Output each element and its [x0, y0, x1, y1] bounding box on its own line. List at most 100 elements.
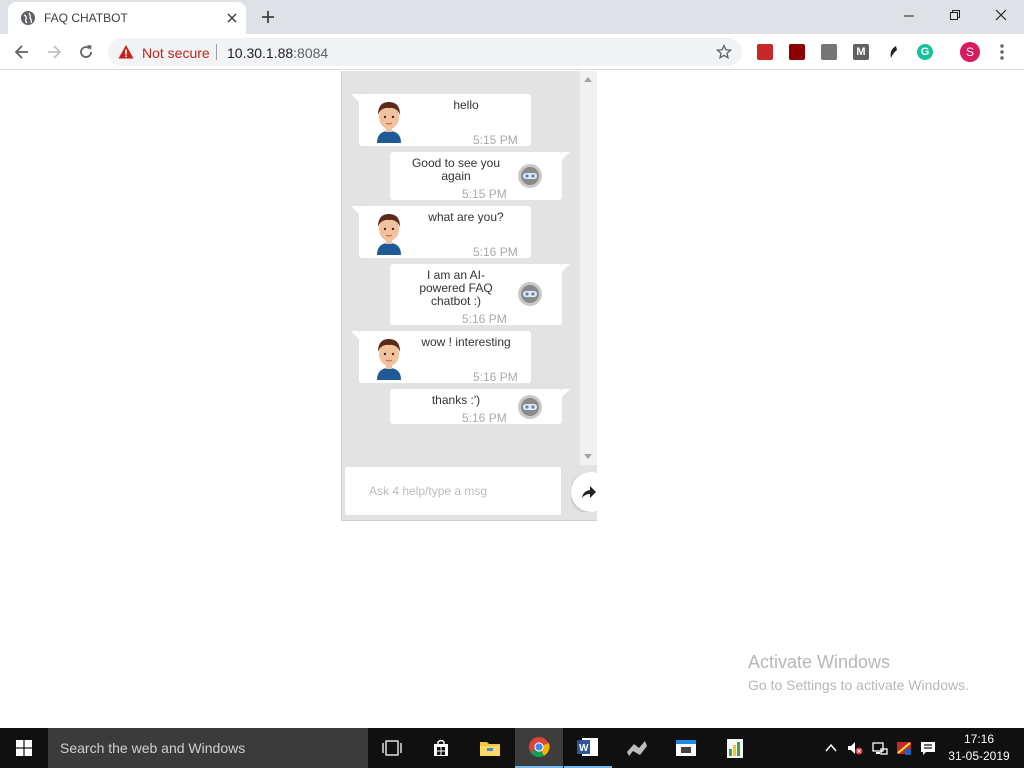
minimize-button[interactable]	[886, 0, 932, 30]
message-time: 5:16 PM	[473, 245, 518, 259]
file-explorer-app[interactable]	[466, 728, 514, 768]
bot-avatar-icon	[518, 164, 542, 188]
bot-message: thanks :') 5:16 PM	[390, 389, 570, 425]
restore-button[interactable]	[932, 0, 978, 30]
url-text[interactable]: 10.30.1.88:8084	[227, 45, 328, 61]
word-app[interactable]: W	[564, 728, 612, 768]
bookmark-star-icon[interactable]	[716, 44, 732, 60]
message-time: 5:15 PM	[462, 187, 507, 201]
task-view-icon	[382, 740, 402, 756]
profile-avatar[interactable]: S	[960, 42, 980, 62]
message-text: thanks :')	[431, 393, 481, 407]
notifications-icon[interactable]	[920, 740, 936, 756]
tab-strip: FAQ CHATBOT	[0, 0, 1024, 34]
tab-title: FAQ CHATBOT	[44, 11, 128, 25]
close-tab-icon[interactable]	[224, 10, 240, 26]
omnibox-separator	[216, 44, 217, 60]
word-icon: W	[577, 738, 598, 756]
message-input-container	[344, 466, 562, 516]
globe-icon	[21, 11, 35, 25]
message-text: what are you?	[428, 210, 504, 224]
svg-text:W: W	[579, 743, 589, 754]
warning-icon	[118, 45, 134, 59]
menu-dots-icon[interactable]	[996, 42, 1008, 62]
flag-tray-icon[interactable]	[896, 740, 912, 756]
feather-icon	[890, 46, 897, 58]
new-tab-icon[interactable]	[260, 9, 276, 25]
chrome-icon	[529, 737, 550, 758]
minimize-icon	[904, 15, 914, 17]
taskbar: Search the web and Windows W 17:16 31-05…	[0, 728, 1024, 768]
chat-scrollbar[interactable]	[580, 71, 597, 465]
bubble-tail	[351, 94, 359, 102]
gray-app-icon	[627, 741, 647, 756]
activate-windows-title: Activate Windows	[748, 652, 891, 672]
bot-message: Good to see you again 5:15 PM	[390, 152, 570, 201]
chart-app-icon	[727, 739, 743, 758]
feather-extension-icon[interactable]	[885, 44, 901, 60]
show-hidden-icons-icon[interactable]	[823, 740, 839, 756]
back-arrow-icon[interactable]	[12, 42, 32, 62]
taskbar-search[interactable]: Search the web and Windows	[48, 728, 368, 768]
clock-date: 31-05-2019	[948, 749, 1010, 763]
close-window-button[interactable]	[978, 0, 1024, 30]
reload-icon[interactable]	[76, 42, 96, 62]
send-button[interactable]	[571, 472, 597, 512]
pdf-extension-icon[interactable]	[789, 44, 805, 60]
start-button[interactable]	[0, 728, 48, 768]
scroll-down-arrow[interactable]	[584, 454, 592, 459]
bot-avatar-icon	[518, 395, 542, 419]
message-text: wow ! interesting	[421, 335, 511, 349]
grammarly-extension-icon[interactable]: G	[917, 44, 933, 60]
task-view-button[interactable]	[368, 728, 416, 768]
video-extension-icon[interactable]	[757, 44, 773, 60]
bubble-tail	[351, 206, 359, 214]
bot-avatar-icon	[518, 282, 542, 306]
scroll-up-arrow[interactable]	[584, 77, 592, 82]
store-app[interactable]	[417, 728, 465, 768]
spreadsheet-app[interactable]	[711, 728, 759, 768]
message-text: I am an AI-powered FAQ chatbot :)	[419, 268, 493, 308]
user-message: what are you? 5:16 PM	[351, 206, 531, 259]
window-app-icon	[676, 740, 696, 756]
message-time: 5:16 PM	[462, 312, 507, 326]
remote-app[interactable]	[662, 728, 710, 768]
bubble-tail	[351, 331, 359, 339]
bubble-tail	[562, 389, 570, 397]
mapping-app[interactable]	[613, 728, 661, 768]
clock-time: 17:16	[963, 732, 995, 746]
store-icon	[434, 739, 448, 756]
folder-icon	[480, 742, 500, 756]
volume-muted-icon[interactable]	[847, 740, 863, 756]
cubes-extension-icon[interactable]	[821, 44, 837, 60]
bot-message: I am an AI-powered FAQ chatbot :) 5:16 P…	[390, 264, 570, 326]
message-time: 5:15 PM	[473, 133, 518, 147]
chrome-app[interactable]	[515, 728, 563, 768]
security-label[interactable]: Not secure	[142, 45, 210, 61]
message-text: hello	[453, 98, 479, 112]
message-time: 5:16 PM	[473, 370, 518, 384]
windows-logo-icon	[16, 740, 32, 756]
close-icon	[995, 9, 1007, 21]
message-text: Good to see you again	[411, 156, 501, 183]
restore-icon	[950, 10, 960, 20]
forward-arrow-icon[interactable]	[44, 42, 64, 62]
user-message: hello 5:15 PM	[351, 94, 531, 147]
address-bar[interactable]: Not secure 10.30.1.88:8084	[108, 38, 742, 66]
url-port: :8084	[293, 45, 329, 61]
bubble-tail	[562, 152, 570, 160]
m-extension-icon[interactable]: M	[853, 44, 869, 60]
user-avatar-icon	[377, 339, 401, 380]
user-avatar-icon	[377, 214, 401, 255]
activate-windows-subtitle: Go to Settings to activate Windows.	[748, 677, 969, 693]
share-arrow-icon	[582, 486, 596, 498]
user-message: wow ! interesting 5:16 PM	[351, 331, 531, 384]
network-icon[interactable]	[872, 740, 888, 756]
user-avatar-icon	[377, 102, 401, 143]
url-host: 10.30.1.88	[227, 45, 294, 61]
bubble-tail	[562, 264, 570, 272]
clock[interactable]: 17:16 31-05-2019	[944, 731, 1014, 765]
message-input[interactable]	[345, 467, 561, 515]
taskbar-search-placeholder: Search the web and Windows	[60, 740, 246, 756]
browser-tab[interactable]: FAQ CHATBOT	[8, 2, 246, 34]
